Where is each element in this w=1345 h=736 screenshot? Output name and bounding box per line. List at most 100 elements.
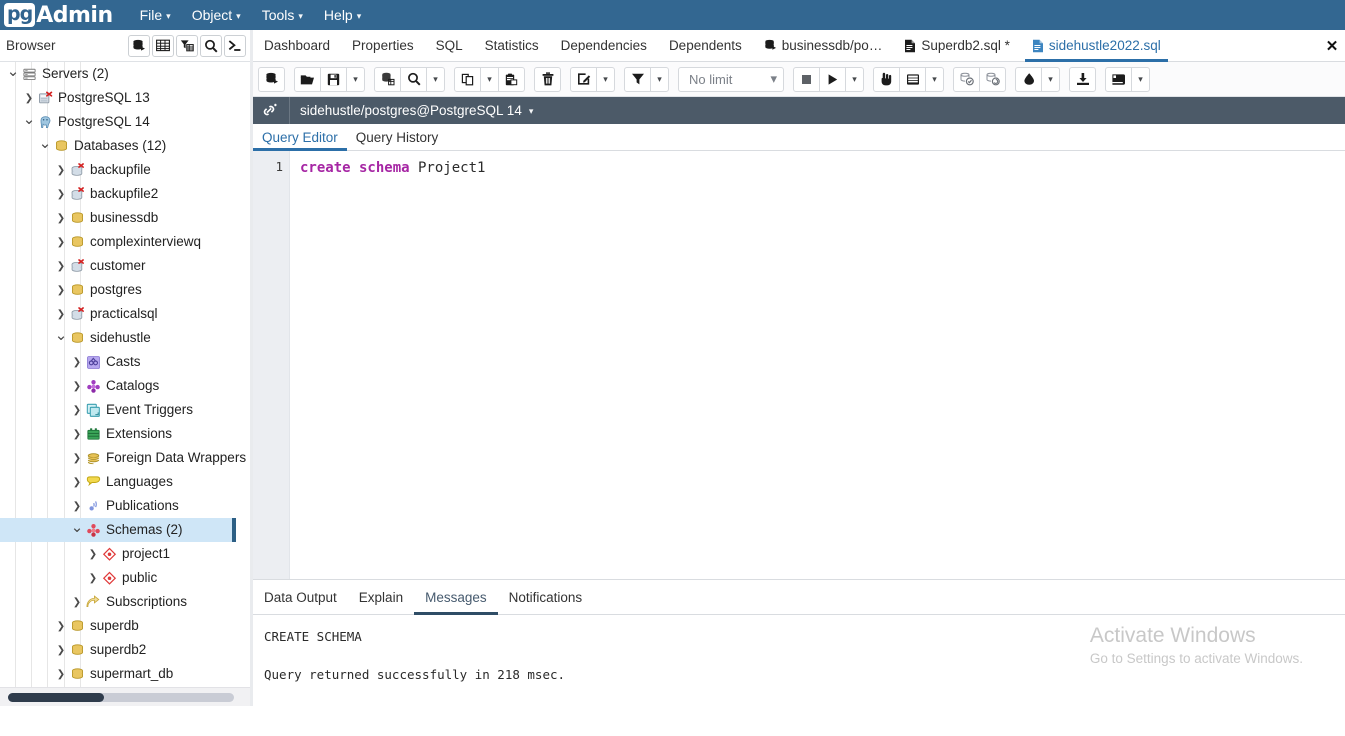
tab-statistics[interactable]: Statistics [474,30,550,61]
tab-data-output[interactable]: Data Output [253,580,348,614]
rollback-icon[interactable] [979,66,1006,92]
tree-node-sidehustle[interactable]: ⌄ sidehustle [0,326,236,350]
chevron-right-icon[interactable]: ❯ [70,470,84,494]
paste-icon[interactable] [498,66,525,92]
chevron-down-icon[interactable]: ⌄ [38,131,52,155]
chevron-right-icon[interactable]: ❯ [70,374,84,398]
row-limit-select[interactable]: No limit ▾ [678,66,784,92]
tab-query-editor[interactable]: Query Editor [253,124,347,151]
chevron-right-icon[interactable]: ❯ [70,422,84,446]
tree-node-foreign-data-wrappers[interactable]: ❯ Foreign Data Wrappers [0,446,246,470]
stop-square-icon[interactable] [793,66,820,92]
tree-node-databases-12[interactable]: ⌄ Databases (12) [0,134,236,158]
tree-node-publications[interactable]: ❯ Publications [0,494,236,518]
tree-node-superdb2[interactable]: ❯ superdb2 [0,638,236,662]
chevron-right-icon[interactable]: ❯ [54,230,68,254]
tab-dependencies[interactable]: Dependencies [550,30,658,61]
tab-sidehustle2022-sql[interactable]: sidehustle2022.sql [1021,30,1172,62]
open-file-icon[interactable] [294,66,321,92]
macros-icon[interactable] [1105,66,1132,92]
save-file-icon[interactable] [320,66,347,92]
chevron-right-icon[interactable]: ❯ [54,662,68,686]
menu-object[interactable]: Object ▾ [185,3,248,27]
output-panel-tabs[interactable]: Data Output Explain Messages Notificatio… [253,580,1345,615]
tree-node-customer[interactable]: ❯ customer [0,254,236,278]
tab-dependents[interactable]: Dependents [658,30,753,61]
download-csv-icon[interactable] [1069,66,1096,92]
database-add-icon[interactable] [128,34,150,57]
tab-businessdb-po[interactable]: businessdb/po… [753,30,894,61]
tree-node-servers-2[interactable]: ⌄ Servers (2) [0,62,236,86]
sql-code-content[interactable]: create schema Project1 [300,159,485,178]
sidebar-hscroll-thumb[interactable] [8,693,104,702]
filter-icon[interactable] [624,66,651,92]
chevron-down-icon[interactable]: ⌄ [22,107,36,131]
commit-icon[interactable] [953,66,980,92]
tree-node-businessdb[interactable]: ❯ businessdb [0,206,236,230]
filter-table-icon[interactable] [176,34,198,57]
explain-hand-icon[interactable] [873,66,900,92]
tree-node-superdb[interactable]: ❯ superdb [0,614,236,638]
edit-pencil-icon[interactable] [570,66,597,92]
chevron-right-icon[interactable]: ❯ [70,398,84,422]
chevron-right-icon[interactable]: ❯ [54,278,68,302]
chevron-down-icon[interactable]: ⌄ [6,62,20,83]
execute-play-icon[interactable] [819,66,846,92]
explain-analyze-icon[interactable] [899,66,926,92]
tab-query-history[interactable]: Query History [347,124,448,150]
tree-node-practicalsql[interactable]: ❯ practicalsql [0,302,236,326]
tree-node-public[interactable]: ❯ public [0,566,236,590]
tree-node-postgresql-14[interactable]: ⌄ PostgreSQL 14 [0,110,236,134]
chevron-right-icon[interactable]: ❯ [54,614,68,638]
object-tabstrip[interactable]: Dashboard Properties SQL Statistics Dependen… [253,30,1345,62]
chevron-right-icon[interactable]: ❯ [86,566,100,590]
clear-icon[interactable] [1015,66,1042,92]
table-grid-icon[interactable] [152,34,174,57]
tree-node-event-triggers[interactable]: ❯ Event Triggers [0,398,236,422]
connection-selector[interactable]: sidehustle/postgres@PostgreSQL 14 ▾ [290,103,533,118]
tree-node-project1[interactable]: ❯ project1 [0,542,236,566]
tree-node-backupfile[interactable]: ❯ backupfile [0,158,236,182]
chevron-down-icon[interactable]: ▾ [845,66,864,92]
query-editor-tabs[interactable]: Query Editor Query History [253,124,1345,151]
menu-tools[interactable]: Tools ▾ [255,3,310,27]
query-tool-toolbar[interactable]: ▾ ▾ ▾ ▾ ▾ No limit ▾ ▾ ▾ ▾ ▾ [253,62,1345,97]
tree-node-extensions[interactable]: ❯ Extensions [0,422,236,446]
tree-node-subscriptions[interactable]: ❯ Subscriptions [0,590,236,614]
menu-file[interactable]: File ▾ [133,3,178,27]
chevron-down-icon[interactable]: ▾ [650,66,669,92]
chevron-down-icon[interactable]: ▾ [426,66,445,92]
open-new-connection-icon[interactable] [258,66,285,92]
tab-dashboard[interactable]: Dashboard [253,30,341,61]
chevron-right-icon[interactable]: ❯ [70,350,84,374]
chevron-right-icon[interactable]: ❯ [54,638,68,662]
tab-messages[interactable]: Messages [414,580,498,615]
tree-node-backupfile2[interactable]: ❯ backupfile2 [0,182,236,206]
tree-node-supermart-db[interactable]: ❯ supermart_db [0,662,236,686]
chevron-down-icon[interactable]: ▾ [480,66,499,92]
chevron-down-icon[interactable]: ▾ [596,66,615,92]
menu-help[interactable]: Help ▾ [317,3,368,27]
sidebar-horizontal-scrollbar[interactable] [0,687,250,706]
tab-superdb2-sql[interactable]: Superdb2.sql * [893,30,1021,61]
chevron-down-icon[interactable]: ⌄ [54,323,68,347]
sql-editor[interactable]: 1 create schema Project1 [253,151,1345,580]
copy-icon[interactable] [454,66,481,92]
chevron-down-icon[interactable]: ▾ [1041,66,1060,92]
tab-explain[interactable]: Explain [348,580,414,614]
tree-node-casts[interactable]: ❯ Casts [0,350,236,374]
chevron-right-icon[interactable]: ❯ [54,182,68,206]
close-icon[interactable]: ✕ [1321,36,1343,56]
tree-node-schemas-2[interactable]: ⌄ Schemas (2) [0,518,236,542]
terminal-prompt-icon[interactable] [224,34,246,57]
edit-data-icon[interactable] [374,66,401,92]
chevron-down-icon[interactable]: ▾ [1131,66,1150,92]
chevron-right-icon[interactable]: ❯ [70,446,84,470]
chevron-right-icon[interactable]: ❯ [70,590,84,614]
chevron-down-icon[interactable]: ▾ [346,66,365,92]
search-icon[interactable] [400,66,427,92]
search-icon[interactable] [200,34,222,57]
tree-node-catalogs[interactable]: ❯ Catalogs [0,374,236,398]
tree-node-languages[interactable]: ❯ Languages [0,470,236,494]
delete-trash-icon[interactable] [534,66,561,92]
